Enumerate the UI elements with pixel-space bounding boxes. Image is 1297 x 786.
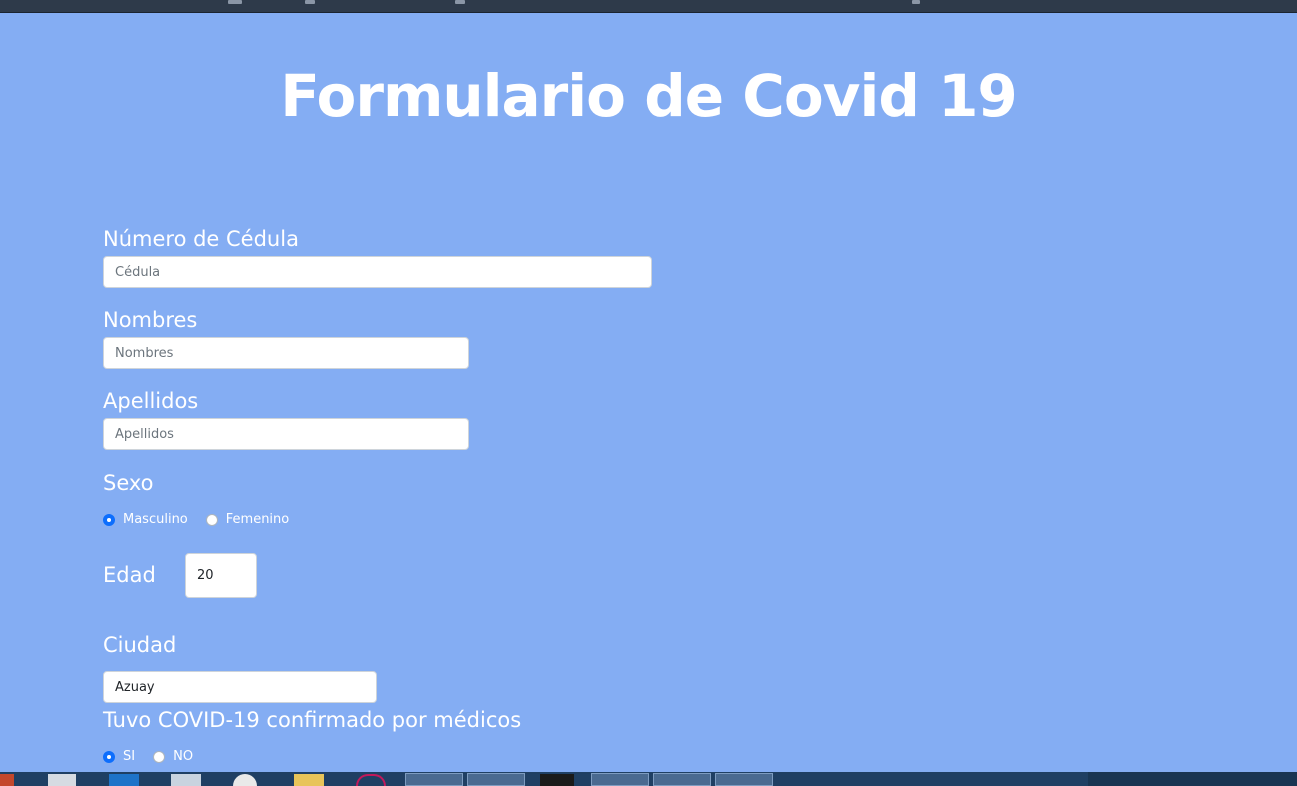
- system-tray: [1088, 772, 1297, 786]
- edad-label: Edad: [103, 563, 156, 587]
- bookmark-icon: [912, 0, 920, 4]
- bookmark-icon: [228, 0, 242, 4]
- radio-label-femenino: Femenino: [226, 512, 289, 527]
- opera-window-button[interactable]: [405, 773, 463, 786]
- sexo-radio-group: Masculino Femenino: [103, 512, 307, 527]
- browser-top-bar: [0, 0, 1297, 13]
- nombres-label: Nombres: [103, 308, 197, 332]
- radio-femenino[interactable]: [206, 514, 218, 526]
- radio-label-no: NO: [173, 749, 193, 764]
- word-window-button[interactable]: [467, 773, 525, 786]
- terminal-icon[interactable]: [540, 774, 574, 786]
- app-window-button-2[interactable]: [715, 773, 773, 786]
- nombres-input[interactable]: [103, 337, 469, 369]
- edad-input[interactable]: [185, 553, 257, 598]
- ciudad-input[interactable]: [103, 671, 377, 703]
- taskbar: [0, 772, 1297, 786]
- apellidos-input[interactable]: [103, 418, 469, 450]
- start-icon[interactable]: [0, 774, 14, 786]
- file-app-icon[interactable]: [48, 774, 76, 786]
- covid-radio-group: SI NO: [103, 749, 211, 764]
- cedula-input[interactable]: [103, 256, 652, 288]
- covid-label: Tuvo COVID-19 confirmado por médicos: [103, 708, 521, 732]
- bookmark-icon: [455, 0, 465, 4]
- sexo-label: Sexo: [103, 471, 154, 495]
- vscode-window-button[interactable]: [653, 773, 711, 786]
- bookmark-icon: [305, 0, 315, 4]
- baseball-icon[interactable]: [233, 774, 257, 786]
- covid-option-si[interactable]: SI: [103, 749, 135, 764]
- radio-si[interactable]: [103, 751, 115, 763]
- apellidos-label: Apellidos: [103, 389, 198, 413]
- sexo-option-femenino[interactable]: Femenino: [206, 512, 289, 527]
- mail-icon[interactable]: [109, 774, 139, 786]
- app-icon[interactable]: [356, 774, 386, 786]
- cedula-label: Número de Cédula: [103, 227, 299, 251]
- radio-no[interactable]: [153, 751, 165, 763]
- radio-label-masculino: Masculino: [123, 512, 188, 527]
- page-title: Formulario de Covid 19: [0, 62, 1297, 130]
- covid-option-no[interactable]: NO: [153, 749, 193, 764]
- app-window-button[interactable]: [591, 773, 649, 786]
- radio-label-si: SI: [123, 749, 135, 764]
- radio-masculino[interactable]: [103, 514, 115, 526]
- folder-icon[interactable]: [294, 774, 324, 786]
- sexo-option-masculino[interactable]: Masculino: [103, 512, 188, 527]
- ciudad-label: Ciudad: [103, 633, 176, 657]
- keyboard-icon[interactable]: [171, 774, 201, 786]
